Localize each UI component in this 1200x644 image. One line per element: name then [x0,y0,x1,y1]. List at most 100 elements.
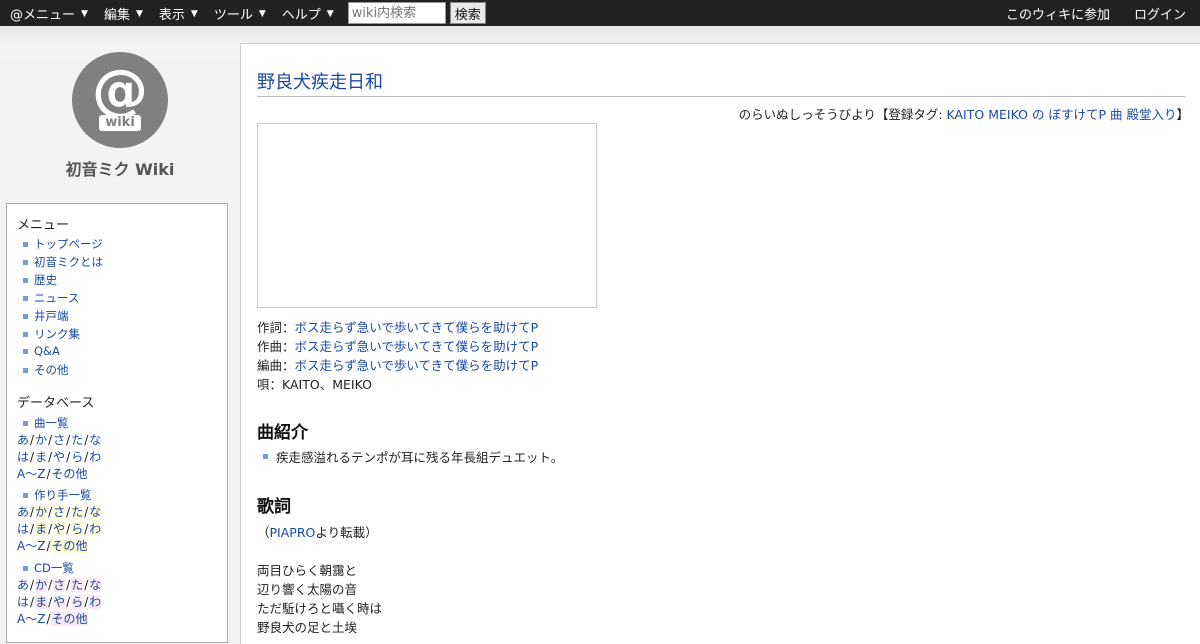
kana-link[interactable]: は [17,522,29,536]
kana-link[interactable]: な [89,505,102,519]
sidebar-item-qa[interactable]: Q&A [23,344,60,358]
kana-link[interactable]: ま [35,595,48,609]
sidebar-item-about[interactable]: 初音ミクとは [23,254,103,270]
kana-link[interactable]: A～Z [17,612,45,626]
author-link[interactable]: ボス走らず急いで歩いてきて僕らを助けてP [295,358,539,373]
reading-suffix: 】 [1176,107,1189,122]
kana-link[interactable]: は [17,450,29,464]
sidebar-item-label: その他 [34,363,69,377]
cd-kana-row-2: は/ま/や/ら/わ [17,595,102,609]
music-credit: 作曲：ボス走らず急いで歩いてきて僕らを助けてP [257,336,538,355]
kana-link[interactable]: A～Z [17,539,45,553]
sidebar-item-label: ニュース [34,291,80,305]
bullet-icon [23,420,28,426]
site-title[interactable]: 初音ミク Wiki [0,156,240,180]
vocal-credit: 唄：KAITO、MEIKO [257,374,372,393]
wiki-logo[interactable]: @ wiki [72,52,168,148]
kana-link[interactable]: な [89,433,101,447]
tag-link[interactable]: KAITO [947,107,985,122]
join-wiki-link[interactable]: このウィキに参加 [1006,4,1110,23]
search-button[interactable]: 検索 [449,2,486,24]
credit-label: 作曲： [257,339,295,354]
bullet-icon [23,492,28,498]
kana-link[interactable]: や [53,522,66,536]
sidebar-item-top[interactable]: トップページ [23,236,103,252]
sidebar-item-other[interactable]: その他 [23,362,69,378]
song-kana-row-3: A～Z/その他 [17,467,88,481]
lyric-line: 辺り響く太陽の音 [257,582,358,597]
kana-link[interactable]: その他 [51,539,88,553]
kana-link[interactable]: その他 [51,467,87,481]
kana-link[interactable]: ら [71,595,84,609]
intro-heading: 曲紹介 [257,423,308,443]
kana-link[interactable]: や [53,450,65,464]
kana-link[interactable]: あ [17,433,29,447]
menu-view[interactable]: 表示 ▼ [159,4,198,23]
caret-down-icon: ▼ [81,9,88,19]
top-navigation-bar: @メニュー ▼ 編集 ▼ 表示 ▼ ツール ▼ ヘルプ ▼ 検索 このウィキに参加 ログイ… [0,0,1200,26]
kana-link[interactable]: ら [71,522,84,536]
sidebar-item-label: Q&A [34,344,60,358]
source-suffix: より転載） [315,525,378,540]
kana-link[interactable]: ま [35,450,47,464]
kana-link[interactable]: た [71,578,84,592]
menu-atmenu[interactable]: @メニュー ▼ [10,4,88,23]
kana-link[interactable]: あ [17,505,29,519]
lyric-line: 両目ひらく朝靄と [257,563,358,578]
piapro-link[interactable]: PIAPRO [270,525,316,540]
kana-link[interactable]: さ [53,433,65,447]
tag-link[interactable]: の [1032,107,1045,122]
bullet-icon [23,241,28,247]
menu-label: 編集 [103,7,130,23]
kana-link[interactable]: は [17,595,29,609]
kana-link[interactable]: わ [89,595,102,609]
menu-label: ツール [213,7,253,23]
lyric-line: ただ駈けろと囁く時は [257,601,383,616]
kana-link[interactable]: あ [17,578,29,592]
sidebar-menu: メニュー トップページ 初音ミクとは 歴史 ニュース 井戸端 リンク集 Q&A … [6,203,228,643]
reading-prefix: のらいぬしっそうびより【登録タグ: [738,107,947,122]
tag-link[interactable]: MEIKO [988,107,1028,122]
kana-link[interactable]: ま [35,522,48,536]
kana-link[interactable]: や [53,595,66,609]
kana-link[interactable]: その他 [51,612,88,626]
sidebar-item-links[interactable]: リンク集 [23,326,80,342]
kana-link[interactable]: た [71,433,83,447]
login-link[interactable]: ログイン [1134,4,1186,23]
tag-link[interactable]: ぼすけてP [1048,107,1106,122]
sidebar-item-creator-list[interactable]: 作り手一覧 [23,487,92,503]
sidebar-item-history[interactable]: 歴史 [23,272,57,288]
kana-link[interactable]: A～Z [17,467,45,481]
database-heading: データベース [17,396,95,411]
video-embed[interactable] [257,123,597,308]
kana-link[interactable]: か [35,505,48,519]
bullet-icon [23,348,28,354]
menu-tools[interactable]: ツール ▼ [214,4,266,23]
author-link[interactable]: ボス走らず急いで歩いてきて僕らを助けてP [295,339,539,354]
kana-link[interactable]: さ [53,505,66,519]
kana-link[interactable]: か [35,578,48,592]
sidebar-item-news[interactable]: ニュース [23,290,79,306]
kana-link[interactable]: た [71,505,84,519]
kana-link[interactable]: か [35,433,47,447]
kana-link[interactable]: ら [71,450,83,464]
author-link[interactable]: ボス走らず急いで歩いてきて僕らを助けてP [295,320,539,335]
kana-link[interactable]: わ [89,522,102,536]
kana-link[interactable]: わ [89,450,101,464]
menu-edit[interactable]: 編集 ▼ [104,4,143,23]
search-input[interactable] [347,2,446,24]
tag-link[interactable]: 殿堂入り [1126,107,1176,122]
song-kana-row-2: は/ま/や/ら/わ [17,450,102,464]
menu-help[interactable]: ヘルプ ▼ [282,4,334,23]
tag-link[interactable]: 曲 [1110,107,1123,122]
kana-link[interactable]: さ [53,578,66,592]
sidebar-item-song-list[interactable]: 曲一覧 [23,415,69,431]
sidebar-item-label: 井戸端 [34,309,69,323]
caret-down-icon: ▼ [190,9,198,19]
sidebar-item-idobata[interactable]: 井戸端 [23,308,69,324]
caret-down-icon: ▼ [135,9,143,19]
kana-link[interactable]: な [89,578,102,592]
sidebar-item-cd-list[interactable]: CD一覧 [23,560,74,576]
cd-kana-row-3: A～Z/その他 [17,612,88,626]
sidebar-item-label: 歴史 [34,273,57,287]
